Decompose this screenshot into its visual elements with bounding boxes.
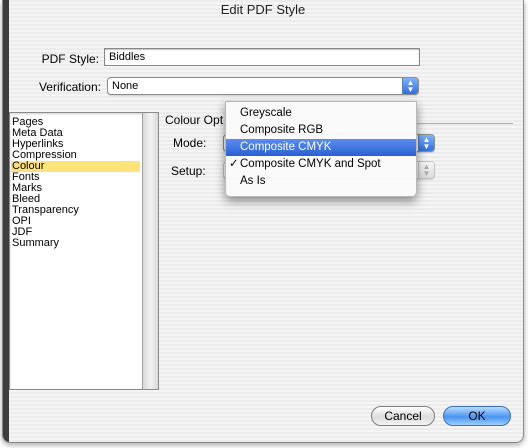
mode-menu-item-label: As Is [240,175,266,187]
mode-menu-item[interactable]: Greyscale [226,105,416,122]
mode-menu-item-label: Composite RGB [240,124,324,136]
mode-menu-item-label: Composite CMYK and Spot [240,158,381,170]
cancel-button[interactable]: Cancel [371,406,435,426]
list-scrollbar[interactable] [142,113,158,389]
updown-arrows-icon: ▲ ▼ [418,135,434,151]
pdf-style-label: PDF Style: [41,52,99,66]
colour-options-heading: Colour Opt [165,113,224,127]
checkmark-icon: ✓ [229,158,239,170]
window-title: Edit PDF Style [220,2,306,17]
updown-arrows-icon: ▲ ▼ [402,78,418,94]
ok-button[interactable]: OK [443,406,511,426]
pdf-style-field[interactable]: Biddles [104,48,420,66]
mode-menu-item-label: Composite CMYK [240,141,332,153]
mode-menu-item[interactable]: Composite RGB [226,122,416,139]
category-items: Pages Meta Data Hyperlinks Compression Colou… [10,113,140,249]
category-list[interactable]: Pages Meta Data Hyperlinks Compression Colou… [9,112,159,390]
verification-value: None [112,80,139,92]
verification-label: Verification: [38,80,101,94]
mode-dropdown-menu: Greyscale Composite RGB Composite CMYK ✓ Com… [225,101,417,197]
edit-pdf-style-dialog: Edit PDF Style PDF Style: Biddles Verifi… [2,0,524,443]
setup-label: Setup: [171,164,206,178]
mode-menu-item-label: Greyscale [240,107,292,119]
mode-label: Mode: [173,136,207,150]
mode-menu-item[interactable]: As Is [226,173,416,190]
category-item[interactable]: Summary [11,238,140,249]
updown-arrows-icon: ▲ ▼ [418,162,434,178]
verification-popup[interactable]: None ▲ ▼ [107,77,419,95]
mode-menu-item[interactable]: Composite CMYK [226,139,416,156]
mode-menu-item[interactable]: ✓ Composite CMYK and Spot [226,156,416,173]
